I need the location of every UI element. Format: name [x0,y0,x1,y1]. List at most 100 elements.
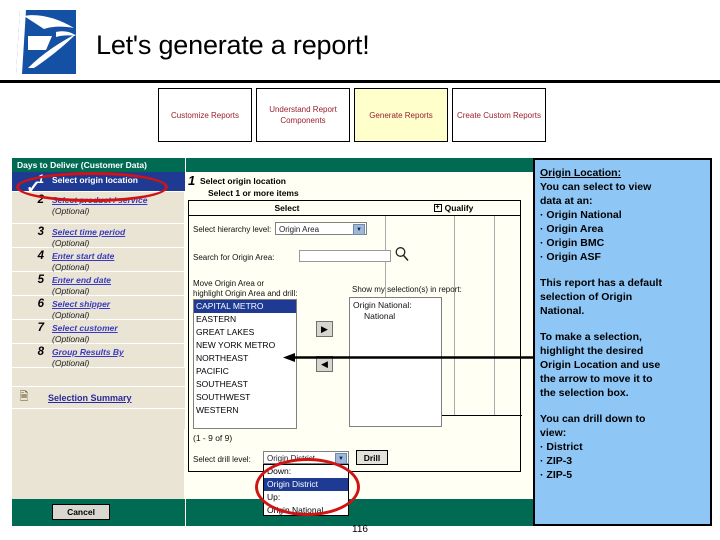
report-name-header: Days to Deliver (Customer Data) [12,158,185,172]
chevron-down-icon[interactable]: ▼ [353,224,365,235]
step-optional-note: (Optional) [52,333,90,344]
origin-area-listbox[interactable]: CAPITAL METRO EASTERN GREAT LAKES NEW YO… [193,299,297,429]
record-count-text: (1 - 9 of 9) [193,433,233,443]
step-label[interactable]: Enter end date [52,275,111,286]
step-label[interactable]: Select product / service [52,195,147,206]
nav-tabs: Customize Reports Understand Report Comp… [158,88,558,142]
content-top-bar [186,158,533,172]
dropdown-option-down-group: Down: [267,466,292,476]
drill-level-select[interactable]: Origin District ▼ [263,451,349,464]
selection-value: National [364,311,396,321]
step-label[interactable]: Group Results By [52,347,124,358]
list-item[interactable]: PACIFIC [194,365,296,378]
info-paragraph-how-to-select: To make a selection, highlight the desir… [540,331,661,399]
document-summary-icon: 🗎 [19,391,29,403]
sidebar-item-step-7[interactable]: 7 Select customer (Optional) [12,320,185,344]
sidebar-item-step-3[interactable]: 3 Select time period (Optional) [12,224,185,248]
list-item[interactable]: NORTHEAST [194,352,296,365]
step-label[interactable]: Enter start date [52,251,114,262]
title-banner: Let's generate a report! [0,0,720,83]
hierarchy-level-select[interactable]: Origin Area ▼ [275,222,367,235]
hierarchy-level-value: Origin Area [279,225,320,234]
tab-generate-reports[interactable]: Generate Reports [354,88,448,142]
show-selection-label: Show my selection(s) in report: [352,285,462,294]
selection-summary-link[interactable]: Selection Summary [48,393,132,403]
application-screenshot: Days to Deliver (Customer Data) 1 Select… [12,158,712,526]
list-item[interactable]: EASTERN [194,313,296,326]
list-item[interactable]: CAPITAL METRO [194,300,296,313]
info-heading: Origin Location: [540,167,622,179]
content-step-title: Select origin location [200,176,286,186]
info-intro-line: data at an: [540,195,593,207]
dropdown-option-up-group: Up: [267,492,281,502]
wizard-footer-bar: Cancel [12,499,185,526]
step-number: 5 [37,274,44,286]
step-optional-note: (Optional) [52,237,90,248]
column-header-select: Select [274,203,300,213]
chevron-down-icon[interactable]: ▼ [335,453,347,464]
sidebar-item-step-5[interactable]: 5 Enter end date (Optional) [12,272,185,296]
report-selection-box[interactable]: Origin National: National [349,297,442,427]
tab-customize-reports[interactable]: Customize Reports [158,88,252,142]
drill-level-dropdown-options[interactable]: Down: Origin District Up: Origin Nationa… [263,464,349,516]
hierarchy-level-label: Select hierarchy level: [193,225,272,234]
column-divider [454,216,455,415]
left-pointing-arrow-icon [283,353,533,362]
selection-table: Select + Qualify Select hierarchy level:… [188,200,522,516]
column-header-qualify-label: Qualify [444,203,474,213]
magnifier-icon[interactable] [394,246,410,262]
search-origin-label: Search for Origin Area: [193,253,275,262]
info-bullet: · District [540,441,583,453]
list-item[interactable]: NEW YORK METRO [194,339,296,352]
list-item[interactable]: WESTERN [194,404,296,417]
dropdown-option-origin-district[interactable]: Origin District [264,478,348,491]
move-right-button[interactable]: ▶ [316,321,333,337]
usps-eagle-logo-icon [16,10,76,74]
table-header-row: Select + Qualify [189,201,520,216]
tab-understand-report-components[interactable]: Understand Report Components [256,88,350,142]
step-number: 6 [37,298,44,310]
step-number: 4 [37,250,44,262]
sidebar-item-step-4[interactable]: 4 Enter start date (Optional) [12,248,185,272]
arrow-right-icon: ▶ [321,323,328,334]
info-bullet: · Origin ASF [540,251,601,263]
search-origin-input[interactable] [299,250,391,262]
column-divider [494,216,495,415]
drill-level-value: Origin District [267,454,316,463]
checkmark-icon: ✓ [26,177,42,197]
step-optional-note: (Optional) [52,309,90,320]
column-header-qualify: + Qualify [385,201,522,215]
step-number: 8 [37,346,44,358]
wizard-spacer-row [12,368,185,387]
selection-group-title: Origin National: [353,300,412,310]
info-intro-line: You can select to view [540,181,652,193]
info-bullet: · Origin Area [540,223,604,235]
info-bullet: · ZIP-3 [540,455,573,467]
info-bullet: · ZIP-5 [540,469,573,481]
content-subtitle: Select 1 or more items [208,188,299,198]
wizard-step-panel: Days to Deliver (Customer Data) 1 Select… [12,158,185,526]
content-panel: 1 Select origin location Select 1 or mor… [186,158,533,526]
step-number: 3 [37,226,44,238]
move-instruction-line-2: highlight Origin Area and drill: [193,289,298,298]
selection-summary-row[interactable]: 🗎 Selection Summary [12,387,185,409]
step-label[interactable]: Select origin location [52,175,138,186]
list-item[interactable]: SOUTHWEST [194,391,296,404]
info-paragraph-default-selection: This report has a default selection of O… [540,277,662,317]
cancel-button[interactable]: Cancel [52,504,110,520]
plus-box-icon[interactable]: + [433,204,442,212]
step-label[interactable]: Select time period [52,227,125,238]
drill-button[interactable]: Drill [356,450,388,465]
list-item[interactable]: GREAT LAKES [194,326,296,339]
step-label[interactable]: Select shipper [52,299,110,310]
page-title: Let's generate a report! [96,30,370,60]
tab-create-custom-reports[interactable]: Create Custom Reports [452,88,546,142]
step-label[interactable]: Select customer [52,323,118,334]
dropdown-option-origin-national[interactable]: Origin National [264,504,348,517]
slide-number: 116 [352,524,368,535]
sidebar-item-step-6[interactable]: 6 Select shipper (Optional) [12,296,185,320]
drill-level-label: Select drill level: [193,455,251,464]
info-bullet: · Origin BMC [540,237,605,249]
list-item[interactable]: SOUTHEAST [194,378,296,391]
sidebar-item-step-8[interactable]: 8 Group Results By (Optional) [12,344,185,368]
